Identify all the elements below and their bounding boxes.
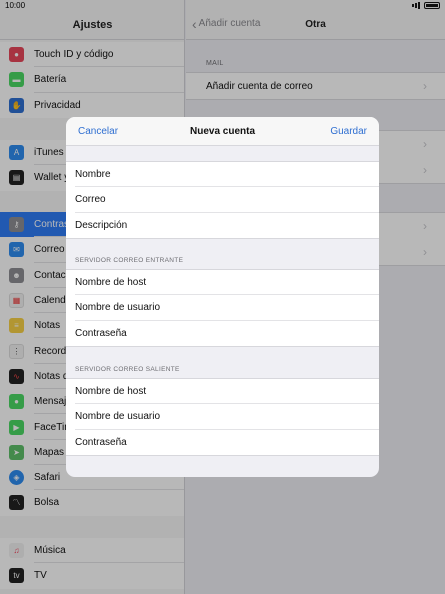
incoming-username-field[interactable]: Nombre de usuario (66, 295, 379, 321)
description-field[interactable]: Descripción (66, 213, 379, 238)
incoming-server-group: Nombre de host Nombre de usuario Contras… (66, 269, 379, 347)
signal-icon (415, 3, 417, 8)
status-bar: 10:00 (0, 0, 445, 12)
signal-icon (412, 4, 414, 7)
name-field[interactable]: Nombre (66, 162, 379, 188)
save-button[interactable]: Guardar (330, 126, 367, 137)
incoming-hostname-field[interactable]: Nombre de host (66, 270, 379, 296)
status-time: 10:00 (5, 1, 26, 10)
incoming-password-field[interactable]: Contraseña (66, 321, 379, 346)
sheet-header: Cancelar Nueva cuenta Guardar (66, 117, 379, 146)
account-fields-group: Nombre Correo Descripción (66, 161, 379, 239)
outgoing-hostname-field[interactable]: Nombre de host (66, 379, 379, 405)
incoming-server-section-label: SERVIDOR CORREO ENTRANTE (75, 257, 184, 264)
outgoing-server-section-label: SERVIDOR CORREO SALIENTE (75, 366, 180, 373)
new-account-sheet: Cancelar Nueva cuenta Guardar Nombre Cor… (66, 117, 379, 477)
signal-icon (418, 2, 420, 9)
outgoing-password-field[interactable]: Contraseña (66, 430, 379, 455)
email-field[interactable]: Correo (66, 187, 379, 213)
battery-status-icon (424, 2, 440, 9)
wifi-battery-indicators (412, 2, 440, 9)
outgoing-username-field[interactable]: Nombre de usuario (66, 404, 379, 430)
outgoing-server-group: Nombre de host Nombre de usuario Contras… (66, 378, 379, 456)
